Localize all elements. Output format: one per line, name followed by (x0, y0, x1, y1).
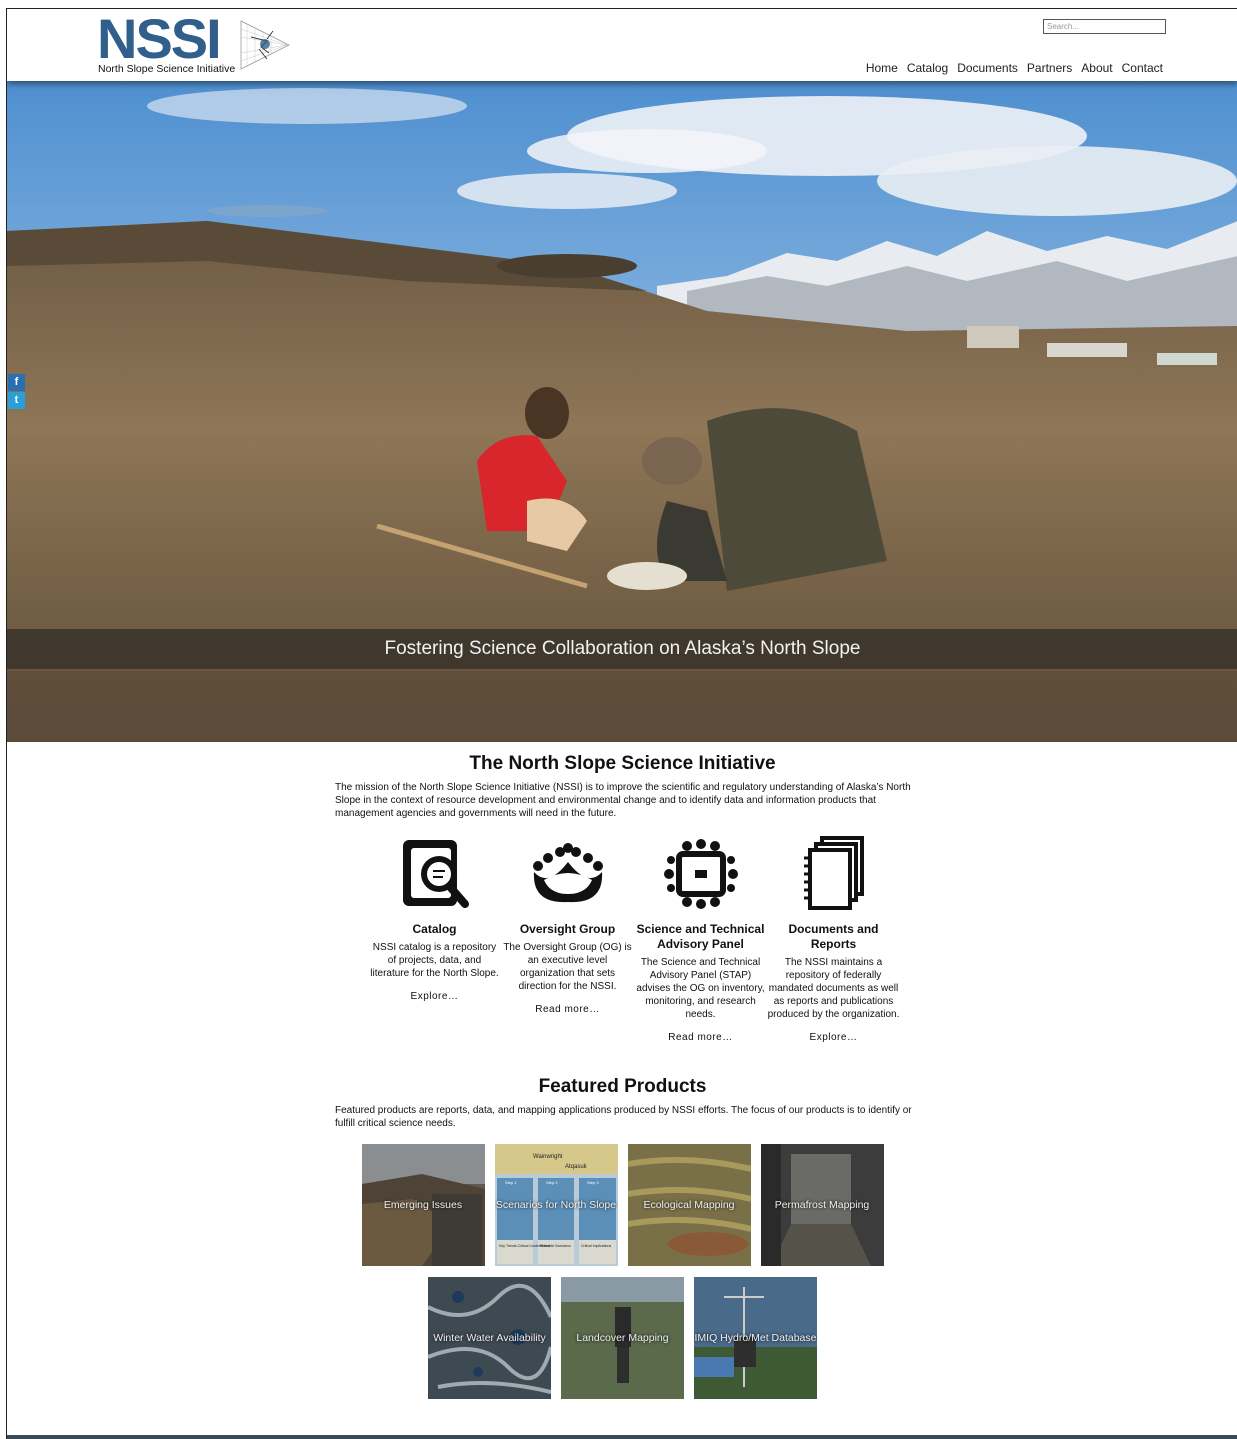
logo-subtitle: North Slope Science Initiative (98, 63, 236, 75)
tile-label: Emerging Issues (383, 1199, 463, 1211)
featured-products-text: Featured products are reports, data, and… (335, 1105, 912, 1129)
compass-map-icon (240, 20, 290, 70)
twitter-icon[interactable]: t (8, 392, 25, 409)
feature-catalog: Catalog NSSI catalog is a repository of … (368, 834, 501, 1044)
feature-text: The Science and Technical Advisory Panel… (636, 957, 765, 1020)
site-header: NSSI North Slope Science Initiative Sear… (7, 9, 1237, 81)
page-frame: NSSI North Slope Science Initiative Sear… (6, 8, 1237, 1439)
tile-label: Permafrost Mapping (774, 1199, 870, 1211)
featured-products-title: Featured Products (538, 1076, 707, 1097)
feature-title: Catalog (412, 922, 457, 936)
intro-title: The North Slope Science Initiative (469, 753, 776, 774)
read-more-link[interactable]: Read more… (501, 1003, 634, 1016)
feature-documents: Documents and Reports The NSSI maintains… (767, 834, 900, 1044)
explore-link[interactable]: Explore… (767, 1031, 900, 1044)
nav-partners[interactable]: Partners (1027, 61, 1072, 75)
feature-title: Science and Technical Advisory Panel (636, 922, 765, 951)
nssi-logo[interactable]: NSSI North Slope Science Initiative (97, 11, 297, 79)
featured-tiles-row-2: Winter Water Availability Landcover Mapp… (7, 1277, 1237, 1399)
tile-winter-water-availability[interactable]: Winter Water Availability (428, 1277, 551, 1399)
feature-text: NSSI catalog is a repository of projects… (370, 942, 499, 979)
tile-label: Scenarios for North Slope (495, 1199, 617, 1211)
nav-catalog[interactable]: Catalog (907, 61, 948, 75)
nav-home[interactable]: Home (866, 61, 898, 75)
feature-text: The Oversight Group (OG) is an executive… (503, 942, 632, 992)
read-more-link[interactable]: Read more… (634, 1031, 767, 1044)
explore-link[interactable]: Explore… (368, 990, 501, 1003)
tile-permafrost-mapping[interactable]: Permafrost Mapping (760, 1144, 884, 1266)
feature-title: Documents and Reports (788, 922, 879, 951)
hero-banner: f t Fostering Science Collaboration on A… (7, 81, 1237, 742)
tile-label: Winter Water Availability (433, 1332, 546, 1344)
documents-icon[interactable] (796, 836, 872, 912)
facebook-icon[interactable]: f (8, 374, 25, 391)
search-input[interactable]: Search... (1043, 19, 1166, 34)
intro-text: The mission of the North Slope Science I… (335, 782, 911, 819)
footer-strip (7, 1435, 1237, 1439)
tile-landcover-mapping[interactable]: Landcover Mapping (561, 1277, 684, 1399)
featured-tiles-row-1: Emerging Issues Wainwright Atqasuk Step … (7, 1144, 1237, 1266)
tile-label: Ecological Mapping (643, 1199, 735, 1211)
tile-label: Landcover Mapping (576, 1332, 669, 1344)
nav-contact[interactable]: Contact (1122, 61, 1163, 75)
feature-title: Oversight Group (519, 922, 616, 936)
nav-about[interactable]: About (1081, 61, 1112, 75)
feature-columns: Catalog NSSI catalog is a repository of … (368, 834, 900, 1044)
tile-ecological-mapping[interactable]: Ecological Mapping (627, 1144, 751, 1266)
feature-stap: Science and Technical Advisory Panel The… (634, 834, 767, 1044)
tile-emerging-issues[interactable]: Emerging Issues (361, 1144, 485, 1266)
catalog-search-icon[interactable] (397, 838, 473, 910)
feature-oversight-group: Oversight Group The Oversight Group (OG)… (501, 834, 634, 1044)
social-links: f t (8, 374, 25, 410)
feature-text: The NSSI maintains a repository of feder… (767, 957, 900, 1020)
tile-scenarios-north-slope[interactable]: Wainwright Atqasuk Step 1 Step 2 Step 3 … (494, 1144, 618, 1266)
meeting-table-icon[interactable] (663, 838, 739, 910)
hero-caption: Fostering Science Collaboration on Alask… (7, 629, 1237, 669)
nav-documents[interactable]: Documents (957, 61, 1018, 75)
group-icon[interactable] (528, 842, 608, 906)
logo-wordmark: NSSI (97, 8, 222, 70)
tile-label: IMIQ Hydro/Met Database (694, 1332, 817, 1344)
tile-imiq-hydromet-database[interactable]: IMIQ Hydro/Met Database (694, 1277, 817, 1399)
main-nav: Home Catalog Documents Partners About Co… (866, 61, 1163, 75)
